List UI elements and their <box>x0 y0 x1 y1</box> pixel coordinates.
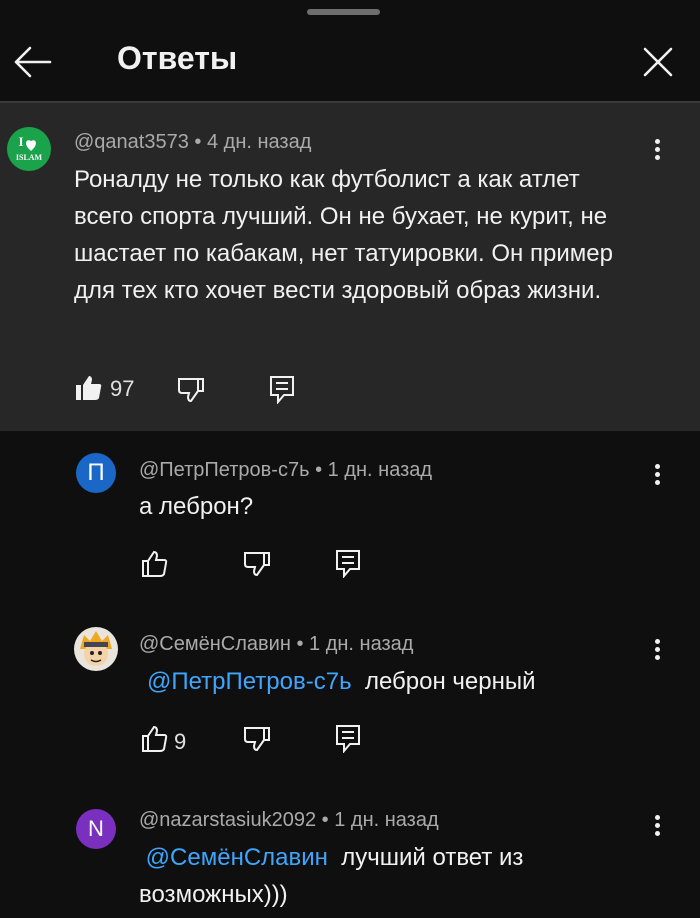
like-button[interactable] <box>140 724 172 756</box>
thumb-down-icon <box>178 378 204 403</box>
timestamp: 1 дн. назад <box>309 633 414 655</box>
comment-text: а леброн? <box>139 493 254 520</box>
comment-meta: @nazarstasiuk2092 • 1 дн. назад <box>139 809 439 832</box>
author-name[interactable]: @ПетрПетров-с7ь <box>139 459 310 481</box>
parent-comment: I ISLAM @qanat3573 • 4 дн. назад Роналду… <box>0 103 700 431</box>
mention-link[interactable]: @ПетрПетров-с7ь <box>147 668 352 695</box>
avatar[interactable]: N <box>76 809 116 849</box>
timestamp: 1 дн. назад <box>334 809 439 831</box>
more-options-button[interactable] <box>645 812 669 842</box>
author-name[interactable]: @СемёнСлавин <box>139 633 291 655</box>
comment-meta: @СемёнСлавин • 1 дн. назад <box>139 633 413 656</box>
reply-comment: @СемёнСлавин • 1 дн. назад @ПетрПетров-с… <box>0 603 700 781</box>
like-button[interactable] <box>140 549 172 581</box>
dislike-button[interactable] <box>176 375 208 407</box>
reply-comment-icon <box>336 550 360 579</box>
author-name[interactable]: @nazarstasiuk2092 <box>139 809 316 831</box>
separator-dot: • <box>315 459 323 481</box>
more-options-button[interactable] <box>645 636 669 666</box>
comment-meta: @ПетрПетров-с7ь • 1 дн. назад <box>139 459 432 482</box>
avatar[interactable]: П <box>76 453 116 493</box>
more-vertical-icon <box>645 139 669 160</box>
page-title: Ответы <box>117 40 238 76</box>
close-x-icon <box>643 47 673 77</box>
comment-text: @СемёнСлавин лучший ответ из возможных))… <box>139 839 579 913</box>
arrow-left-icon <box>14 46 52 78</box>
svg-text:I: I <box>18 134 23 149</box>
comment-text: @ПетрПетров-с7ь леброн черный <box>147 663 536 700</box>
thumb-down-icon <box>244 727 270 752</box>
reply-comment-icon <box>336 725 360 754</box>
reply-comment: П @ПетрПетров-с7ь • 1 дн. назад а леброн… <box>0 431 700 601</box>
reply-button[interactable] <box>334 723 366 755</box>
close-button[interactable] <box>638 42 678 82</box>
more-vertical-icon <box>645 464 669 485</box>
like-count: 9 <box>174 729 187 754</box>
back-button[interactable] <box>10 42 54 82</box>
thumb-up-icon <box>142 725 168 752</box>
avatar-letter: П <box>87 459 105 486</box>
dislike-button[interactable] <box>242 724 274 756</box>
mention-link[interactable]: @СемёнСлавин <box>146 844 328 871</box>
header-bar: Ответы <box>0 18 700 102</box>
reply-button[interactable] <box>268 374 300 406</box>
reply-comment-icon <box>270 376 294 405</box>
cartoon-avatar-image <box>80 631 112 666</box>
author-name[interactable]: @qanat3573 <box>74 131 189 153</box>
timestamp: 1 дн. назад <box>327 459 433 481</box>
avatar-letter: N <box>88 816 104 841</box>
comment-text: Роналду не только как футболист а как ат… <box>74 166 613 304</box>
more-options-button[interactable] <box>645 461 669 491</box>
separator-dot: • <box>296 633 304 655</box>
like-count: 97 <box>110 376 135 401</box>
more-vertical-icon <box>645 639 669 660</box>
thumb-up-icon <box>142 550 168 577</box>
reply-text: леброн черный <box>364 668 536 695</box>
svg-text:ISLAM: ISLAM <box>16 153 43 162</box>
more-vertical-icon <box>645 815 669 836</box>
reply-button[interactable] <box>334 548 366 580</box>
avatar[interactable]: I ISLAM <box>7 127 51 171</box>
dislike-button[interactable] <box>242 549 274 581</box>
drag-handle[interactable] <box>307 9 380 15</box>
more-options-button[interactable] <box>645 136 669 166</box>
avatar[interactable] <box>74 627 118 671</box>
reply-comment: N @nazarstasiuk2092 • 1 дн. назад @Семён… <box>0 783 700 918</box>
timestamp: 4 дн. назад <box>206 131 312 153</box>
separator-dot: • <box>321 809 329 831</box>
thumb-up-filled-icon <box>76 376 102 400</box>
comment-meta: @qanat3573 • 4 дн. назад <box>74 131 311 154</box>
separator-dot: • <box>194 131 202 153</box>
i-love-islam-logo: I ISLAM <box>16 134 43 162</box>
thumb-down-icon <box>244 552 270 577</box>
